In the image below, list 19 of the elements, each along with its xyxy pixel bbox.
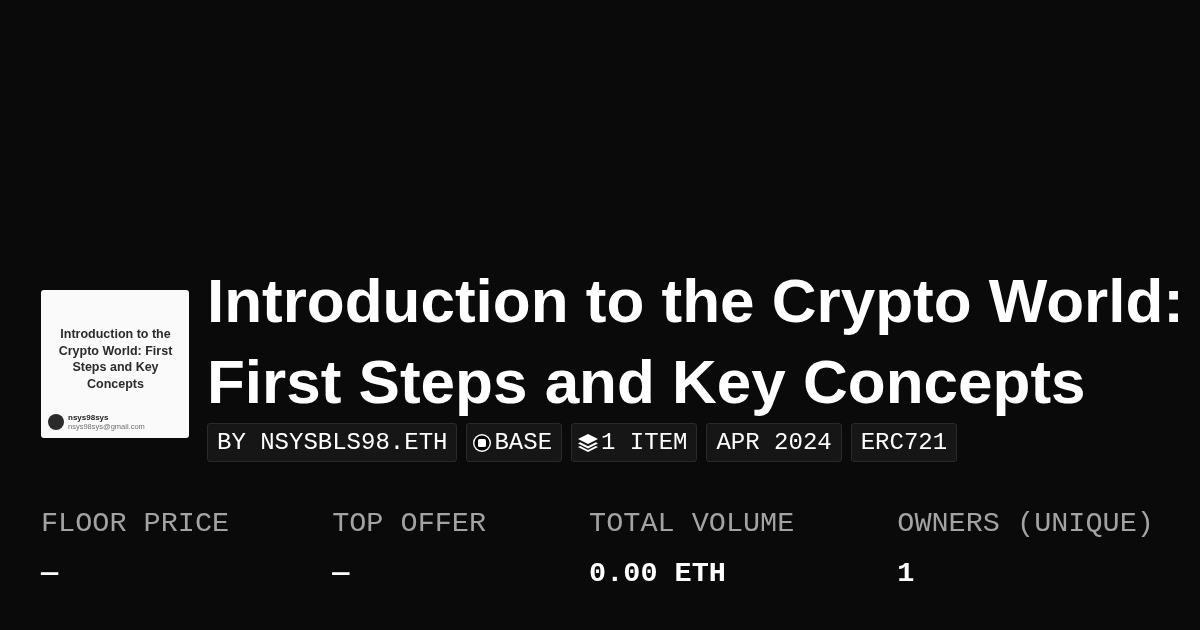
stat-value: 0.00 ETH	[589, 557, 727, 591]
chain-logo-icon	[473, 433, 492, 452]
stat-value: —	[332, 557, 351, 591]
stat-label: FLOOR PRICE	[41, 507, 230, 541]
layers-icon	[578, 433, 599, 452]
token-standard-tag: ERC721	[850, 423, 958, 462]
chain-name: BASE	[494, 428, 553, 457]
avatar-icon	[48, 414, 64, 430]
author-name: nsys98sys	[68, 413, 110, 422]
stat-label: TOTAL VOLUME	[589, 507, 795, 541]
stat-value: 1	[897, 557, 916, 591]
thumbnail-title: Introduction to the Crypto World: First Steps and Key Concepts	[57, 326, 174, 392]
creator-link[interactable]: BY NSYSBLS98.ETH	[207, 423, 458, 462]
item-count: 1 ITEM	[601, 428, 688, 457]
collection-title: Introduction to the Crypto World: First Steps and Key Concepts	[207, 265, 1185, 418]
date-tag: APR 2024	[706, 423, 842, 462]
stat-label: OWNERS (UNIQUE)	[897, 507, 1154, 541]
stat-label: TOP OFFER	[332, 507, 487, 541]
stat-value: —	[41, 557, 60, 591]
